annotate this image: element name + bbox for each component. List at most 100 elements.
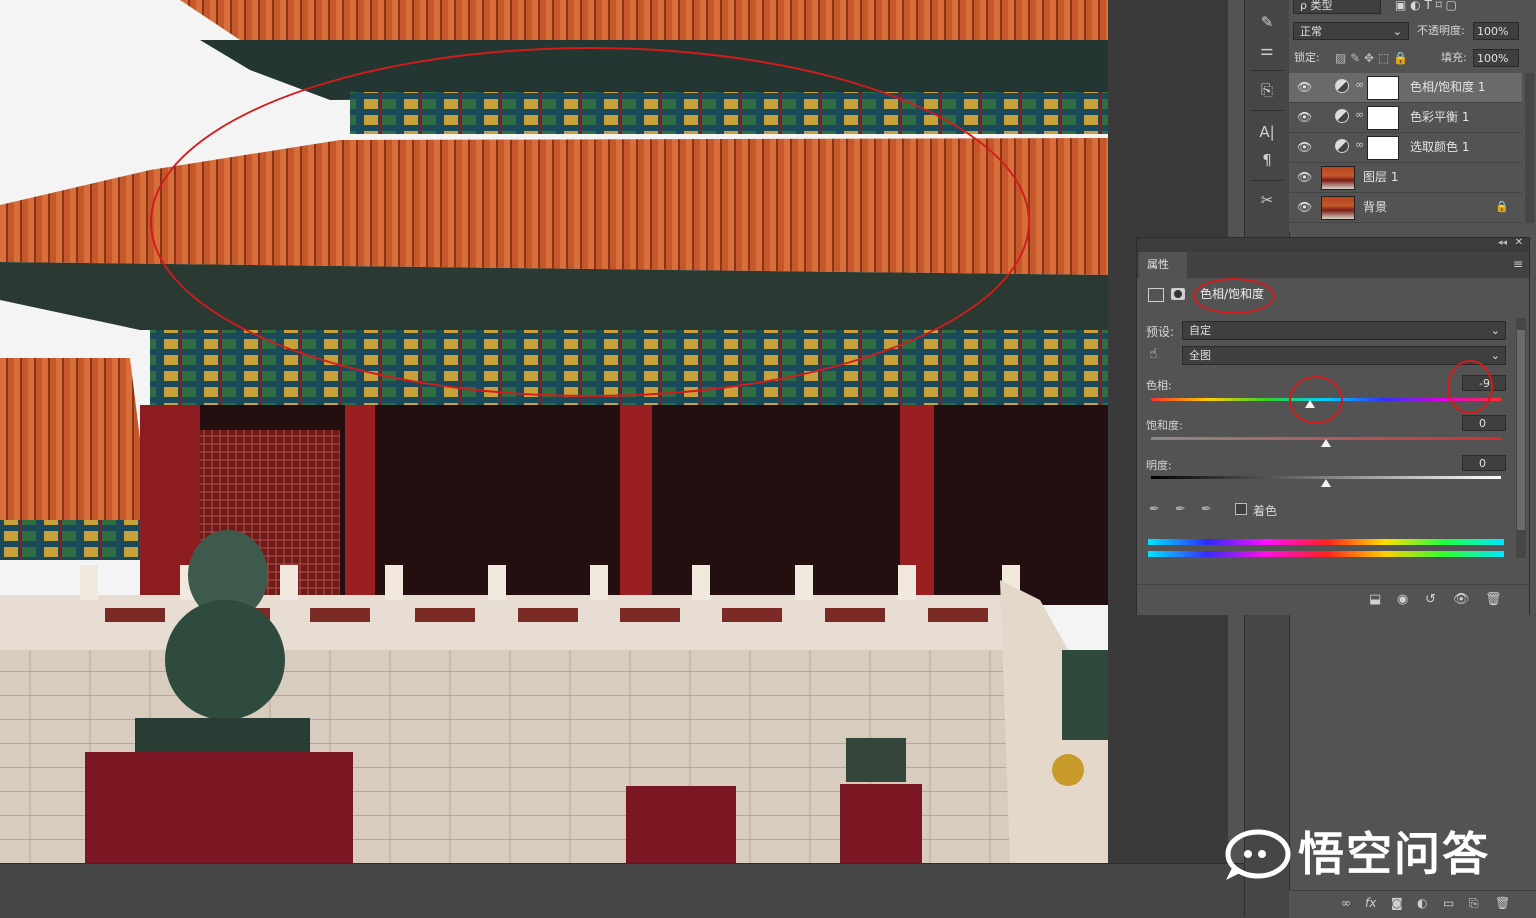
properties-panel: ◂◂ ✕ 属性 ≡ 色相/饱和度 预设: 自定 ⌄ ☝ 全图 ⌄ 色相: -9 … <box>1136 237 1530 615</box>
layers-footer-toolbar: ∞ fx ◙ ◐ ▭ ⎘ 🗑 <box>1289 890 1536 918</box>
layer-row-background[interactable]: 👁 背景 🔒 <box>1289 193 1522 223</box>
lock-icon: 🔒 <box>1495 200 1509 213</box>
fill-field[interactable]: 100% <box>1473 49 1519 67</box>
preset-label: 预设: <box>1146 325 1175 339</box>
layer-mask-thumbnail[interactable] <box>1367 136 1399 160</box>
annotation-ellipse-hue-thumb <box>1289 376 1343 424</box>
fx-icon[interactable]: fx <box>1365 896 1376 910</box>
preset-select[interactable]: 自定 ⌄ <box>1182 321 1506 340</box>
layer-row-color-balance[interactable]: 👁 ∞ 色彩平衡 1 <box>1289 103 1522 133</box>
saturation-label: 饱和度: <box>1146 419 1183 432</box>
trash-icon[interactable]: 🗑 <box>1495 896 1510 910</box>
targeted-adjustment-hand-icon[interactable]: ☝ <box>1149 346 1158 362</box>
layer-name: 色相/饱和度 1 <box>1410 80 1486 94</box>
reset-icon[interactable]: ↺ <box>1425 592 1436 607</box>
watermark-text: 悟空问答 <box>1298 827 1490 881</box>
colorize-label: 着色 <box>1253 504 1278 518</box>
character-icon[interactable]: A| <box>1253 120 1281 144</box>
chevron-down-icon: ⌄ <box>1392 25 1402 38</box>
annotation-ellipse-title <box>1193 278 1275 314</box>
range-value: 全图 <box>1189 349 1211 362</box>
eye-icon[interactable]: 👁 <box>1297 200 1312 214</box>
layer-filter-select[interactable]: ρ 类型 <box>1293 0 1381 14</box>
saturation-slider-thumb[interactable] <box>1321 439 1331 447</box>
layer-thumbnail <box>1321 166 1355 190</box>
tool-divider <box>1251 110 1283 111</box>
panel-title-bar[interactable]: ◂◂ ✕ <box>1137 237 1529 252</box>
lightness-label: 明度: <box>1146 459 1172 472</box>
layer-name: 背景 <box>1363 200 1388 214</box>
output-spectrum-bar <box>1148 551 1504 557</box>
link-layers-icon[interactable]: ∞ <box>1341 896 1351 910</box>
lightness-slider-thumb[interactable] <box>1321 479 1331 487</box>
blend-mode-select[interactable]: 正常 ⌄ <box>1293 22 1409 40</box>
lock-label: 锁定: <box>1294 51 1320 64</box>
adjustment-grid-icon <box>1148 288 1164 302</box>
eye-icon[interactable]: 👁 <box>1297 80 1312 94</box>
tab-label: 属性 <box>1147 258 1169 271</box>
blend-mode-value: 正常 <box>1300 25 1322 38</box>
view-previous-icon[interactable]: ◉ <box>1397 592 1408 607</box>
saturation-value-field[interactable]: 0 <box>1462 415 1506 431</box>
adjustment-layer-icon <box>1335 109 1349 123</box>
visibility-eye-icon[interactable]: 👁 <box>1453 592 1470 607</box>
eyedropper-minus-icon[interactable]: ✒ <box>1201 502 1212 517</box>
eyedropper-icon[interactable]: ✒ <box>1149 502 1160 517</box>
eye-icon[interactable]: 👁 <box>1297 110 1312 124</box>
close-icon[interactable]: ✕ <box>1515 237 1523 248</box>
collapse-icon[interactable]: ◂◂ <box>1498 238 1507 248</box>
properties-footer: ⬓ ◉ ↺ 👁 🗑 <box>1137 584 1529 615</box>
colorize-checkbox[interactable] <box>1235 503 1247 515</box>
adjustment-layer-icon <box>1335 139 1349 153</box>
scrollbar-thumb[interactable] <box>1517 330 1525 530</box>
link-icon: ∞ <box>1355 78 1365 91</box>
adjustment-layer-icon <box>1335 79 1349 93</box>
lightness-value-field[interactable]: 0 <box>1462 455 1506 471</box>
watermark-logo-icon <box>1225 829 1291 880</box>
layer-thumbnail <box>1321 196 1355 220</box>
layer-name: 图层 1 <box>1363 170 1399 184</box>
mask-icon[interactable] <box>1171 288 1185 300</box>
eye-icon[interactable]: 👁 <box>1297 140 1312 154</box>
tab-properties[interactable]: 属性 <box>1139 252 1187 278</box>
tool-divider <box>1251 70 1283 71</box>
saturation-value: 0 <box>1479 417 1486 430</box>
layer-row-layer-1[interactable]: 👁 图层 1 <box>1289 163 1522 193</box>
layer-mask-thumbnail[interactable] <box>1367 106 1399 130</box>
adjustments-icon[interactable]: ⚌ <box>1253 38 1281 62</box>
clone-source-icon[interactable]: ⎘ <box>1253 78 1281 102</box>
new-adjustment-icon[interactable]: ◐ <box>1417 896 1427 910</box>
tool-presets-icon[interactable]: ✂ <box>1253 188 1281 212</box>
new-layer-icon[interactable]: ⎘ <box>1469 896 1479 911</box>
layers-panel: ρ 类型 ▣ ◐ T ⌑ ▢ 正常 ⌄ 不透明度: 100% 锁定: ▨ ✎ ✥… <box>1289 0 1536 232</box>
preset-value: 自定 <box>1189 324 1211 337</box>
delete-icon[interactable]: 🗑 <box>1485 592 1502 607</box>
status-bar <box>0 863 1290 918</box>
layer-row-selective-color[interactable]: 👁 ∞ 选取颜色 1 <box>1289 133 1522 163</box>
filter-icons[interactable]: ▣ ◐ T ⌑ ▢ <box>1395 0 1457 14</box>
new-group-icon[interactable]: ▭ <box>1443 896 1454 910</box>
properties-scrollbar[interactable] <box>1516 318 1526 558</box>
eyedropper-plus-icon[interactable]: ✒ <box>1175 502 1186 517</box>
layer-name: 选取颜色 1 <box>1410 140 1470 154</box>
layer-row-hue-saturation[interactable]: 👁 ∞ 色相/饱和度 1 <box>1289 73 1522 103</box>
clip-to-layer-icon[interactable]: ⬓ <box>1369 592 1381 607</box>
fill-value: 100% <box>1477 52 1509 65</box>
chevron-down-icon: ⌄ <box>1490 349 1500 362</box>
layer-filter-value: ρ 类型 <box>1300 0 1333 12</box>
layers-scrollbar[interactable] <box>1525 73 1534 223</box>
input-spectrum-bar <box>1148 539 1504 545</box>
opacity-field[interactable]: 100% <box>1473 22 1519 40</box>
opacity-value: 100% <box>1477 25 1509 38</box>
brush-preset-icon[interactable]: ✎ <box>1253 10 1281 34</box>
opacity-label: 不透明度: <box>1417 24 1465 37</box>
add-mask-icon[interactable]: ◙ <box>1391 896 1403 910</box>
layer-mask-thumbnail[interactable] <box>1367 76 1399 100</box>
panel-menu-icon[interactable]: ≡ <box>1513 257 1523 271</box>
paragraph-icon[interactable]: ¶ <box>1253 148 1281 172</box>
range-select[interactable]: 全图 ⌄ <box>1182 346 1506 365</box>
lock-options-icons[interactable]: ▨ ✎ ✥ ⬚ 🔒 <box>1335 49 1408 67</box>
panel-tab-bar: 属性 ≡ <box>1137 252 1529 278</box>
link-icon: ∞ <box>1355 108 1365 121</box>
eye-icon[interactable]: 👁 <box>1297 170 1312 184</box>
